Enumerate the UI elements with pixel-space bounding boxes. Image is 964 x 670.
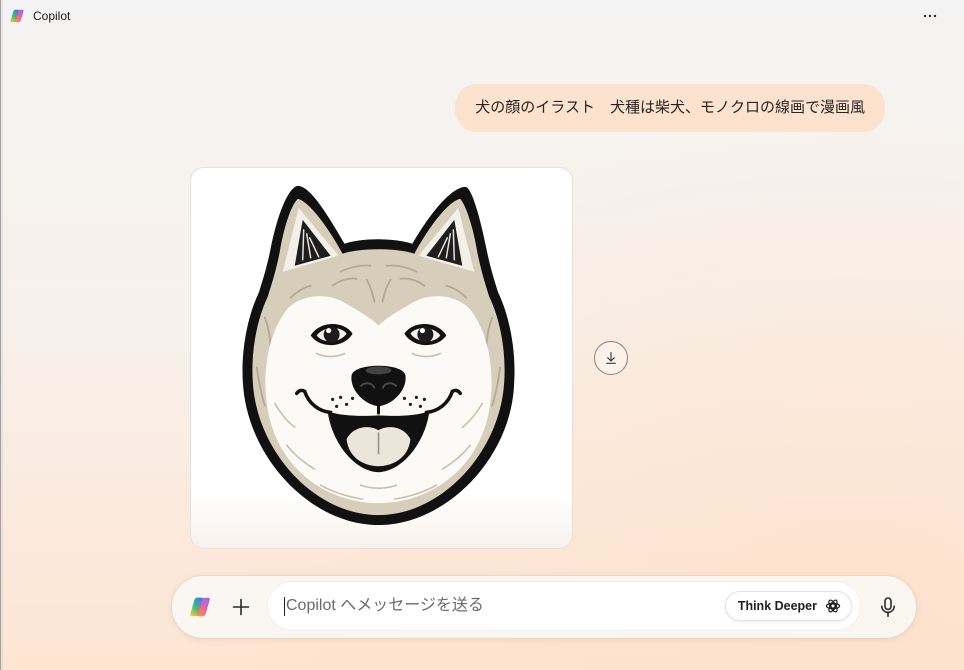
microphone-icon <box>876 595 900 619</box>
add-button[interactable] <box>229 595 253 619</box>
think-deeper-label: Think Deeper <box>737 599 817 613</box>
think-deeper-icon <box>825 598 841 614</box>
download-button[interactable] <box>594 341 628 375</box>
title-bar: Copilot <box>0 0 964 33</box>
copilot-logo-icon <box>188 595 212 619</box>
message-input[interactable] <box>268 582 718 630</box>
download-icon <box>603 350 619 366</box>
more-horizontal-icon <box>923 14 937 18</box>
generated-image-card[interactable] <box>190 167 573 549</box>
copilot-window: Copilot 犬の顔のイラスト 犬種は柴犬、モノクロの線画で漫画風 Copil… <box>0 0 964 670</box>
background-window-edge <box>0 0 3 670</box>
user-message: 犬の顔のイラスト 犬種は柴犬、モノクロの線画で漫画風 <box>455 84 885 132</box>
window-title: Copilot <box>33 9 71 23</box>
composer: Think Deeper <box>172 576 916 638</box>
copilot-home-button[interactable] <box>188 595 212 619</box>
copilot-logo-icon <box>9 8 25 24</box>
more-options-button[interactable] <box>916 4 944 28</box>
microphone-button[interactable] <box>876 595 900 619</box>
message-input-container: Think Deeper <box>268 582 860 630</box>
user-message-text: 犬の顔のイラスト 犬種は柴犬、モノクロの線画で漫画風 <box>475 99 865 116</box>
generated-image <box>242 185 515 526</box>
think-deeper-button[interactable]: Think Deeper <box>724 591 852 621</box>
plus-icon <box>231 597 251 617</box>
